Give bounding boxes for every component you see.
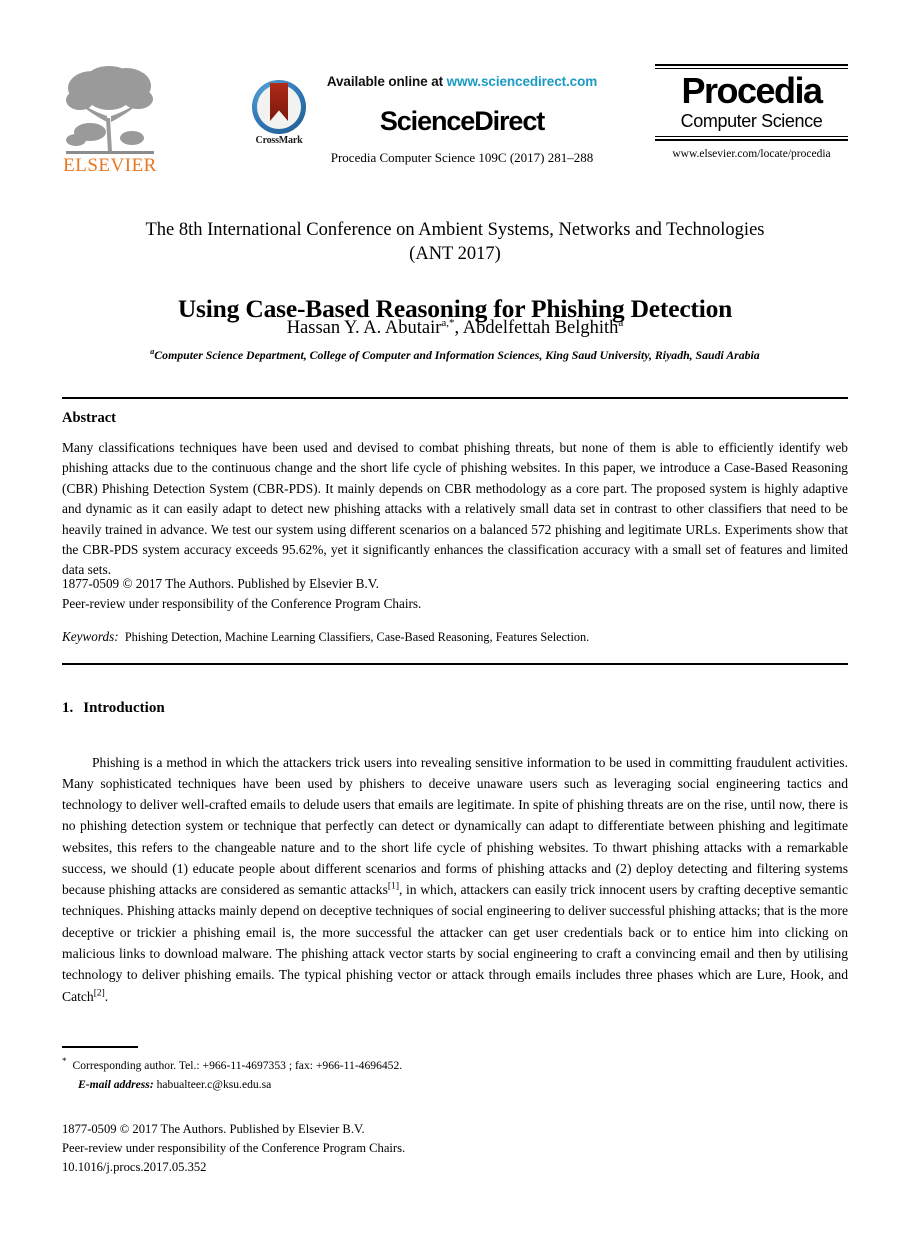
intro-text-part-2: , in which, attackers can easily trick i… [62, 882, 848, 1004]
sciencedirect-link[interactable]: www.sciencedirect.com [447, 74, 598, 89]
conference-line-1: The 8th International Conference on Ambi… [145, 220, 765, 240]
procedia-rule-bottom [655, 135, 848, 141]
author-name-2: Abdelfettah Belghith [462, 318, 619, 339]
corresponding-author-text: Corresponding author. Tel.: +966-11-4697… [72, 1058, 403, 1072]
imprint-line-1: 1877-0509 © 2017 The Authors. Published … [62, 1122, 365, 1136]
procedia-subtitle: Computer Science [680, 110, 823, 131]
footnote-marker: * [62, 1056, 67, 1066]
elsevier-tree-icon [66, 66, 154, 154]
rule-below-keywords [62, 663, 848, 665]
introduction-paragraph: Phishing is a method in which the attack… [62, 752, 848, 1007]
footnote-block: * Corresponding author. Tel.: +966-11-469… [62, 1054, 762, 1094]
footnote-email-line: E-mail address: habualteer.c@ksu.edu.sa [62, 1076, 762, 1095]
procedia-title: Procedia [681, 70, 823, 111]
abstract-heading: Abstract [62, 410, 116, 426]
conference-name: The 8th International Conference on Ambi… [62, 218, 848, 267]
citation-ref-1[interactable]: [1] [388, 882, 399, 892]
peer-review-line: Peer-review under responsibility of the … [62, 595, 422, 611]
rule-above-abstract [62, 397, 848, 399]
email-label: E-mail address: [78, 1077, 154, 1091]
copyright-line-1: 1877-0509 © 2017 The Authors. Published … [62, 576, 379, 591]
intro-text-part-1: Phishing is a method in which the attack… [62, 754, 848, 898]
abstract-copyright-block: 1877-0509 © 2017 The Authors. Published … [62, 574, 848, 613]
abstract-body: Many classifications techniques have bee… [62, 440, 848, 578]
keywords-line: Keywords: Phishing Detection, Machine Le… [62, 629, 848, 645]
footnote-separator-rule [62, 1046, 138, 1048]
journal-citation: Procedia Computer Science 109C (2017) 28… [330, 150, 594, 165]
author-2-marks: a [618, 317, 624, 329]
available-online-prefix: Available online at [326, 74, 447, 89]
imprint-block: 1877-0509 © 2017 The Authors. Published … [62, 1120, 762, 1177]
elsevier-wordmark: ELSEVIER [63, 155, 157, 176]
paper-page: ELSEVIER CrossMark Available online at w… [0, 0, 907, 1238]
conference-line-2: (ANT 2017) [409, 244, 501, 265]
author-1-marks: a,* [441, 317, 455, 329]
section-title: Introduction [83, 700, 165, 716]
section-number: 1. [62, 700, 74, 716]
affiliation-line: aComputer Science Department, College of… [62, 347, 848, 363]
available-online-line: Available online at www.sciencedirect.co… [252, 74, 672, 89]
imprint-doi[interactable]: 10.1016/j.procs.2017.05.352 [62, 1158, 762, 1177]
imprint-line-2: Peer-review under responsibility of the … [62, 1141, 406, 1156]
keywords-label: Keywords: [62, 629, 119, 644]
elsevier-logo: ELSEVIER [62, 66, 158, 184]
sciencedirect-wordmark: ScienceDirect [379, 106, 545, 136]
masthead: ELSEVIER CrossMark Available online at w… [62, 62, 848, 200]
procedia-rule-top [655, 64, 848, 69]
intro-text-part-3: . [104, 988, 109, 1004]
keywords-value: Phishing Detection, Machine Learning Cla… [124, 630, 590, 644]
procedia-logo: Procedia Computer Science www.elsevier.c… [655, 64, 848, 160]
corresponding-author-line: * Corresponding author. Tel.: +966-11-469… [62, 1054, 762, 1076]
author-separator: , [454, 318, 463, 339]
author-list: Hassan Y. A. Abutaira,*, Abdelfettah Bel… [62, 317, 848, 339]
author-name-1: Hassan Y. A. Abutair [286, 318, 442, 339]
email-address[interactable]: habualteer.c@ksu.edu.sa [157, 1078, 272, 1091]
citation-ref-2[interactable]: [2] [94, 988, 105, 998]
affiliation-text: Computer Science Department, College of … [154, 347, 760, 362]
procedia-url[interactable]: www.elsevier.com/locate/procedia [655, 148, 848, 160]
sciencedirect-block: Available online at www.sciencedirect.co… [252, 74, 672, 166]
section-heading-introduction: 1. Introduction [62, 700, 165, 717]
